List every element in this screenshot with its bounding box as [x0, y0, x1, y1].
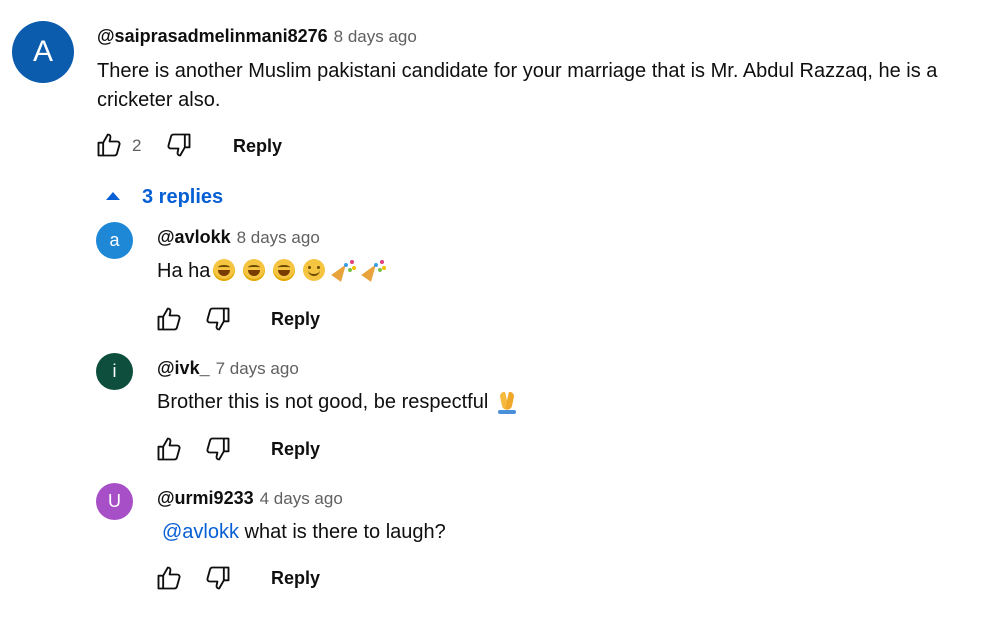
thumbs-up-icon	[157, 566, 181, 590]
thumbs-down-icon	[167, 133, 191, 157]
replies-toggle[interactable]: 3 replies	[106, 184, 223, 210]
reply-text-content: what is there to laugh?	[239, 521, 446, 543]
comment-time[interactable]: 8 days ago	[334, 27, 417, 46]
thumbs-down-icon	[206, 437, 230, 461]
reply-time[interactable]: 4 days ago	[260, 489, 343, 508]
comment-header: @saiprasadmelinmani8276 8 days ago	[97, 27, 417, 46]
avatar-letter: U	[108, 491, 121, 511]
smiling-emoji-icon	[303, 259, 326, 281]
dislike-button[interactable]	[203, 304, 233, 334]
comment-text-line: There is another Muslim pakistani candid…	[97, 60, 938, 82]
reply-text: Brother this is not good, be respectful	[157, 388, 518, 417]
thumbs-down-icon	[206, 307, 230, 331]
comment-author[interactable]: @saiprasadmelinmani8276	[97, 26, 328, 46]
reply-author[interactable]: @ivk_	[157, 358, 210, 378]
reply-button[interactable]: Reply	[271, 440, 320, 458]
reply-button[interactable]: Reply	[271, 310, 320, 328]
avatar[interactable]: i	[96, 353, 133, 390]
laughing-emoji-icon	[243, 259, 266, 281]
laughing-emoji-icon	[213, 259, 236, 281]
reply-text: @avlokk what is there to laugh?	[162, 518, 446, 547]
party-popper-icon	[363, 259, 385, 281]
like-button[interactable]	[94, 130, 124, 160]
reply-text: Ha ha	[157, 257, 385, 286]
thumbs-up-icon	[97, 133, 121, 157]
folded-hands-icon	[496, 390, 518, 414]
thumbs-up-icon	[157, 437, 181, 461]
comment-text-line: cricketer also.	[97, 89, 221, 111]
party-popper-icon	[333, 259, 355, 281]
like-button[interactable]	[154, 563, 184, 593]
dislike-button[interactable]	[164, 130, 194, 160]
reply-time[interactable]: 7 days ago	[216, 359, 299, 378]
laughing-emoji-icon	[273, 259, 296, 281]
avatar[interactable]: A	[12, 21, 74, 83]
avatar-letter: A	[32, 35, 53, 68]
thumbs-down-icon	[206, 566, 230, 590]
reply-header: @ivk_ 7 days ago	[157, 359, 299, 378]
caret-up-icon	[106, 192, 120, 200]
replies-toggle-label: 3 replies	[142, 185, 224, 208]
reply-text-content: Brother this is not good, be respectful	[157, 391, 489, 413]
reply-time[interactable]: 8 days ago	[237, 228, 320, 247]
comment-text: There is another Muslim pakistani candid…	[97, 57, 937, 115]
avatar-letter: a	[109, 230, 120, 250]
avatar[interactable]: U	[96, 483, 133, 520]
dislike-button[interactable]	[203, 434, 233, 464]
reply-button[interactable]: Reply	[271, 569, 320, 587]
reply-text-content: Ha ha	[157, 260, 211, 282]
reply-author[interactable]: @urmi9233	[157, 488, 254, 508]
reply-header: @urmi9233 4 days ago	[157, 489, 343, 508]
reply-author[interactable]: @avlokk	[157, 227, 231, 247]
dislike-button[interactable]	[203, 563, 233, 593]
avatar-letter: i	[112, 361, 117, 381]
reply-button[interactable]: Reply	[233, 137, 282, 155]
avatar[interactable]: a	[96, 222, 133, 259]
like-button[interactable]	[154, 434, 184, 464]
reply-header: @avlokk 8 days ago	[157, 228, 320, 247]
like-count: 2	[132, 136, 142, 155]
mention-link[interactable]: @avlokk	[162, 521, 239, 543]
like-button[interactable]	[154, 304, 184, 334]
thumbs-up-icon	[157, 307, 181, 331]
